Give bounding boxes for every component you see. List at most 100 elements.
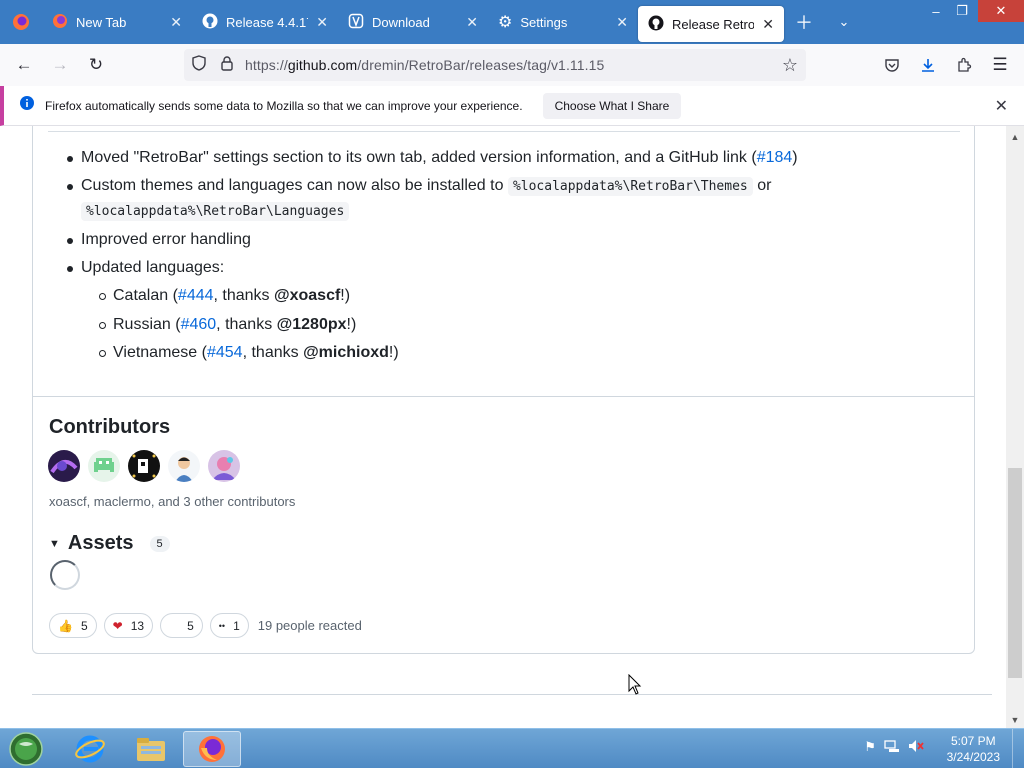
new-tab-button[interactable]: ＋ (784, 0, 824, 44)
gear-icon: ⚙ (498, 14, 513, 31)
list-item: Moved "RetroBar" settings section to its… (48, 146, 948, 170)
mouse-cursor-icon (628, 673, 642, 701)
tracking-protection-shield-icon[interactable] (191, 54, 207, 76)
list-item: Russian (#460, thanks @1280px!) (48, 313, 948, 337)
internet-explorer-icon[interactable] (61, 731, 119, 767)
tab-strip: New Tab ✕ Release 4.4.170 · C ✕ Download… (0, 0, 1024, 44)
maximize-button[interactable]: ❐ (947, 0, 977, 22)
close-tab-icon[interactable]: ✕ (616, 14, 628, 31)
show-desktop-button[interactable] (1012, 729, 1024, 768)
code-path: %localappdata%\RetroBar\Themes (507, 177, 753, 196)
scroll-up-icon[interactable]: ▲ (1006, 128, 1024, 145)
contributors-summary[interactable]: xoascf, maclermo, and 3 other contributo… (49, 494, 295, 509)
close-tab-icon[interactable]: ✕ (316, 14, 328, 31)
reaction-rocket-button[interactable]: 5 (160, 613, 203, 638)
firefox-icon (52, 13, 68, 32)
vertical-scrollbar[interactable]: ▲ ▼ (1006, 126, 1024, 728)
close-notification-icon[interactable]: ✕ (995, 96, 1008, 116)
close-tab-icon[interactable]: ✕ (762, 16, 774, 33)
tab-new-tab[interactable]: New Tab ✕ (42, 0, 192, 44)
tab-release-4-4-170[interactable]: Release 4.4.170 · C ✕ (192, 0, 338, 44)
user-mention[interactable]: @michioxd (303, 344, 389, 361)
avatar[interactable] (208, 450, 240, 482)
forward-button[interactable]: → (42, 49, 78, 81)
tab-title: Settings (520, 14, 568, 30)
lock-icon[interactable] (220, 55, 234, 76)
start-button[interactable] (6, 731, 46, 767)
assets-count-badge: 5 (149, 535, 170, 552)
windows-taskbar: ⚑ 5:07 PM 3/24/2023 (0, 728, 1024, 768)
contributor-avatars (48, 450, 240, 482)
reaction-thumbs-up-button[interactable]: 👍 5 (49, 613, 97, 638)
file-explorer-icon[interactable] (122, 731, 180, 767)
url-text[interactable]: https://github.com/dremin/RetroBar/relea… (245, 57, 604, 73)
avatar[interactable] (168, 450, 200, 482)
close-window-button[interactable]: ✕ (978, 0, 1024, 22)
tab-download[interactable]: Download ✕ (338, 0, 488, 44)
list-item: Custom themes and languages can now also… (48, 174, 948, 224)
tab-title: Download (372, 14, 430, 30)
pocket-icon[interactable] (874, 49, 910, 81)
tab-title: Release 4.4.170 · C (226, 14, 308, 30)
clock-time: 5:07 PM (950, 734, 996, 748)
page-content: Moved "RetroBar" settings section to its… (0, 126, 1006, 728)
url-bar[interactable]: https://github.com/dremin/RetroBar/relea… (184, 49, 806, 81)
scroll-down-icon[interactable]: ▼ (1006, 711, 1024, 728)
close-tab-icon[interactable]: ✕ (466, 14, 478, 31)
assets-toggle[interactable]: ▼ Assets 5 (49, 532, 170, 555)
list-all-tabs-button[interactable]: ⌄ (824, 0, 864, 44)
volume-muted-icon[interactable] (908, 739, 924, 756)
reload-button[interactable]: ↻ (78, 49, 114, 81)
bookmark-star-icon[interactable]: ☆ (782, 55, 798, 76)
reaction-eyes-button[interactable]: •• 1 (209, 613, 249, 638)
divider (48, 131, 960, 132)
thumbs-up-icon: 👍 (58, 618, 73, 633)
system-tray: ⚑ (864, 739, 924, 756)
hamburger-menu-icon[interactable]: ☰ (982, 49, 1018, 81)
tab-title: New Tab (76, 14, 127, 30)
eyes-icon: •• (218, 620, 226, 631)
downloads-icon[interactable] (910, 49, 946, 81)
system-clock[interactable]: 5:07 PM 3/24/2023 (947, 733, 1000, 765)
choose-what-i-share-button[interactable]: Choose What I Share (542, 92, 682, 119)
firefox-view-icon[interactable] (0, 0, 42, 44)
code-path: %localappdata%\RetroBar\Languages (81, 202, 350, 221)
avatar[interactable] (128, 450, 160, 482)
scrollbar-thumb[interactable] (1008, 468, 1022, 678)
list-item: Improved error handling (48, 228, 948, 252)
release-notes: Moved "RetroBar" settings section to its… (48, 146, 948, 370)
list-item: Updated languages: (48, 256, 948, 280)
user-mention[interactable]: @1280px (277, 316, 347, 333)
github-icon (202, 13, 218, 32)
issue-link[interactable]: #454 (207, 344, 243, 361)
navigation-toolbar: ← → ↻ https://github.com/dremin/RetroBar… (0, 44, 1024, 86)
action-center-flag-icon[interactable]: ⚑ (864, 739, 876, 756)
avatar[interactable] (48, 450, 80, 482)
tab-release-retrobar[interactable]: Release RetroBar ✕ (638, 6, 784, 42)
data-collection-notification: Firefox automatically sends some data to… (0, 86, 1024, 126)
assets-heading: Assets (67, 532, 134, 554)
issue-link[interactable]: #184 (757, 149, 793, 166)
tab-title: Release RetroBar (672, 16, 755, 32)
download-page-icon (348, 13, 364, 32)
avatar[interactable] (88, 450, 120, 482)
list-item: Catalan (#444, thanks @xoascf!) (48, 284, 948, 308)
network-icon[interactable] (884, 739, 900, 756)
tab-settings[interactable]: ⚙ Settings ✕ (488, 0, 638, 44)
back-button[interactable]: ← (6, 49, 42, 81)
heart-icon: ❤ (112, 618, 123, 633)
notification-text: Firefox automatically sends some data to… (45, 98, 523, 113)
reaction-heart-button[interactable]: ❤ 13 (103, 613, 154, 638)
issue-link[interactable]: #444 (178, 287, 214, 304)
reactions-summary: 19 people reacted (257, 618, 362, 633)
issue-link[interactable]: #460 (181, 316, 217, 333)
close-tab-icon[interactable]: ✕ (170, 14, 182, 31)
clock-date: 3/24/2023 (946, 750, 1000, 764)
extensions-icon[interactable] (946, 49, 982, 81)
list-item: Vietnamese (#454, thanks @michioxd!) (48, 341, 948, 365)
reactions-bar: 👍 5 ❤ 13 5 •• 1 19 people reacted (49, 613, 362, 638)
divider (32, 396, 975, 397)
contributors-heading: Contributors (49, 416, 171, 438)
user-mention[interactable]: @xoascf (274, 287, 340, 304)
firefox-taskbar-icon[interactable] (183, 731, 241, 767)
